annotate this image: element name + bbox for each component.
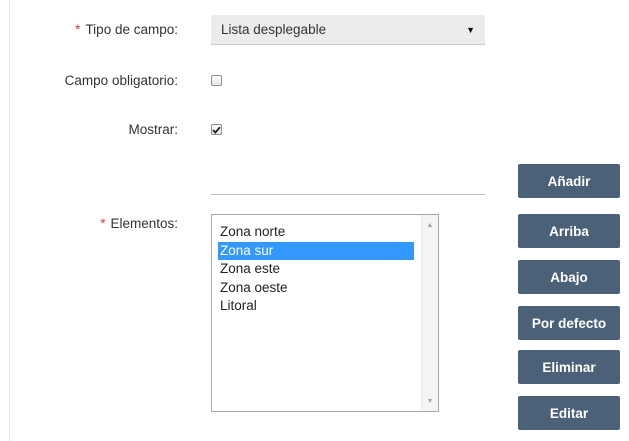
required-field-checkbox[interactable] (211, 75, 222, 86)
down-button[interactable]: Abajo (518, 260, 620, 294)
list-item[interactable]: Zona oeste (218, 279, 414, 298)
required-field-label: Campo obligatorio: (64, 73, 178, 88)
show-checkbox[interactable] (211, 124, 222, 135)
new-element-input[interactable] (211, 165, 485, 195)
scroll-up-icon[interactable]: ▲ (422, 218, 438, 232)
show-label: Mostrar: (128, 122, 178, 137)
elements-listbox[interactable]: Zona norte Zona sur Zona este Zona oeste Lit… (211, 214, 439, 412)
add-button[interactable]: Añadir (518, 164, 620, 198)
caret-down-icon: ▼ (466, 24, 475, 35)
list-item[interactable]: Zona este (218, 260, 414, 279)
field-type-select[interactable]: Lista desplegable ▼ (211, 15, 485, 45)
field-type-value: Lista desplegable (221, 22, 327, 37)
list-item[interactable]: Zona norte (218, 223, 414, 242)
required-mark: * (100, 216, 106, 231)
field-type-label: * Tipo de campo: (75, 22, 178, 37)
checkmark-icon (212, 126, 221, 134)
elements-label: * Elementos: (100, 216, 178, 231)
edit-button[interactable]: Editar (518, 396, 620, 430)
list-item[interactable]: Zona sur (218, 241, 414, 260)
listbox-scrollbar[interactable]: ▲ ▼ (421, 215, 438, 411)
scroll-down-icon[interactable]: ▼ (422, 394, 438, 408)
default-button[interactable]: Por defecto (518, 306, 620, 340)
delete-button[interactable]: Eliminar (518, 350, 620, 384)
left-divider (9, 0, 10, 441)
up-button[interactable]: Arriba (518, 214, 620, 248)
field-config-form: * Tipo de campo: Lista desplegable ▼ Camp… (0, 0, 629, 441)
required-mark: * (75, 22, 81, 37)
elements-list: Zona norte Zona sur Zona este Zona oeste Lit… (218, 223, 414, 316)
list-item[interactable]: Litoral (218, 297, 414, 316)
